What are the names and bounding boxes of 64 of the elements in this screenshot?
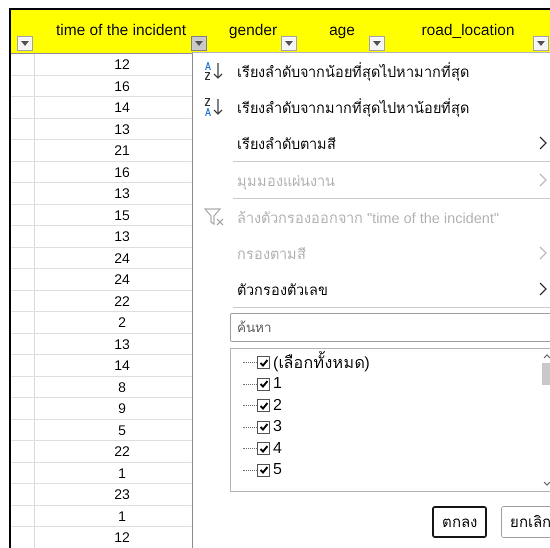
ok-button[interactable]: ตกลง bbox=[432, 506, 487, 538]
table-cell-text: 16 bbox=[113, 162, 131, 182]
table-cell-text: 12 bbox=[113, 55, 131, 74]
cancel-button[interactable]: ยกเลิก bbox=[501, 506, 550, 538]
checkbox[interactable] bbox=[257, 442, 270, 456]
menu-item[interactable]: เรียงลำดับจากน้อยที่สุดไปหามากที่สุด bbox=[193, 53, 550, 89]
value-label: 4 bbox=[273, 440, 282, 458]
search-field[interactable]: ค้นหา bbox=[230, 313, 550, 342]
table-cell-text: 13 bbox=[113, 334, 131, 354]
caret-icon bbox=[373, 41, 381, 46]
caret-icon bbox=[21, 41, 29, 46]
menu-item[interactable]: ตัวกรองตัวเลข bbox=[193, 271, 550, 307]
table-cell-text: 8 bbox=[117, 378, 127, 396]
checkbox[interactable] bbox=[257, 378, 270, 391]
table-cell-text: 24 bbox=[113, 248, 131, 268]
table-cell-text: 12 bbox=[113, 528, 131, 547]
menu-item[interactable]: เรียงลำดับจากมากที่สุดไปหาน้อยที่สุด bbox=[193, 89, 550, 125]
checkbox[interactable] bbox=[257, 464, 270, 477]
table-cell-text: 13 bbox=[113, 120, 131, 138]
checkbox[interactable] bbox=[257, 420, 270, 434]
table-cell-text: 1 bbox=[117, 506, 127, 526]
table-cell-text: 2 bbox=[117, 313, 127, 332]
filter-dropdown-button[interactable] bbox=[191, 36, 207, 51]
table-cell-text: 22 bbox=[113, 442, 131, 461]
table-cell-text: 5 bbox=[117, 420, 127, 440]
caret-icon bbox=[195, 41, 203, 46]
value-label: 2 bbox=[273, 396, 282, 415]
table-cell-text: 1 bbox=[117, 464, 127, 482]
table-cell-text: 14 bbox=[113, 98, 131, 117]
menu-item[interactable]: เรียงลำดับตามสี bbox=[193, 125, 550, 161]
table-cell-text: 15 bbox=[113, 206, 131, 224]
value-label: (เลือกทั้งหมด) bbox=[273, 350, 370, 376]
checkbox[interactable] bbox=[257, 399, 270, 412]
clear-filter-icon bbox=[204, 207, 226, 227]
chevron-right-icon bbox=[539, 136, 547, 150]
caret-icon bbox=[537, 41, 545, 46]
table-cell-text: 21 bbox=[113, 141, 131, 160]
filter-dropdown-button[interactable] bbox=[369, 36, 385, 51]
value-label: 3 bbox=[273, 418, 282, 436]
table-cell-text: 16 bbox=[113, 76, 131, 96]
table-cell-text: 14 bbox=[113, 356, 131, 375]
chevron-right-icon bbox=[539, 246, 547, 260]
caret-icon bbox=[285, 41, 293, 46]
chevron-right-icon bbox=[539, 173, 547, 187]
column-header: gender bbox=[228, 22, 278, 40]
table-cell-text: 23 bbox=[113, 485, 131, 504]
value-label: 1 bbox=[273, 375, 282, 394]
filter-dropdown-button[interactable] bbox=[17, 36, 33, 51]
scroll-up-icon[interactable] bbox=[543, 353, 550, 359]
column-header: age bbox=[329, 22, 355, 40]
column-header: time of the incident bbox=[56, 22, 186, 40]
table-cell-text: 24 bbox=[113, 270, 131, 289]
chevron-right-icon bbox=[539, 282, 547, 296]
table-cell-text: 13 bbox=[113, 184, 131, 203]
table-cell-text: 22 bbox=[113, 292, 131, 310]
table-cell-text: 9 bbox=[117, 399, 127, 418]
scrollbar-thumb[interactable] bbox=[542, 363, 550, 385]
value-label: 5 bbox=[273, 461, 282, 480]
checkbox[interactable] bbox=[257, 356, 270, 370]
table-cell-text: 13 bbox=[113, 227, 131, 246]
filter-dropdown-button[interactable] bbox=[533, 36, 549, 51]
column-header: road_location bbox=[421, 22, 515, 40]
scroll-down-icon[interactable] bbox=[543, 481, 550, 487]
filter-dropdown-button[interactable] bbox=[281, 36, 297, 51]
